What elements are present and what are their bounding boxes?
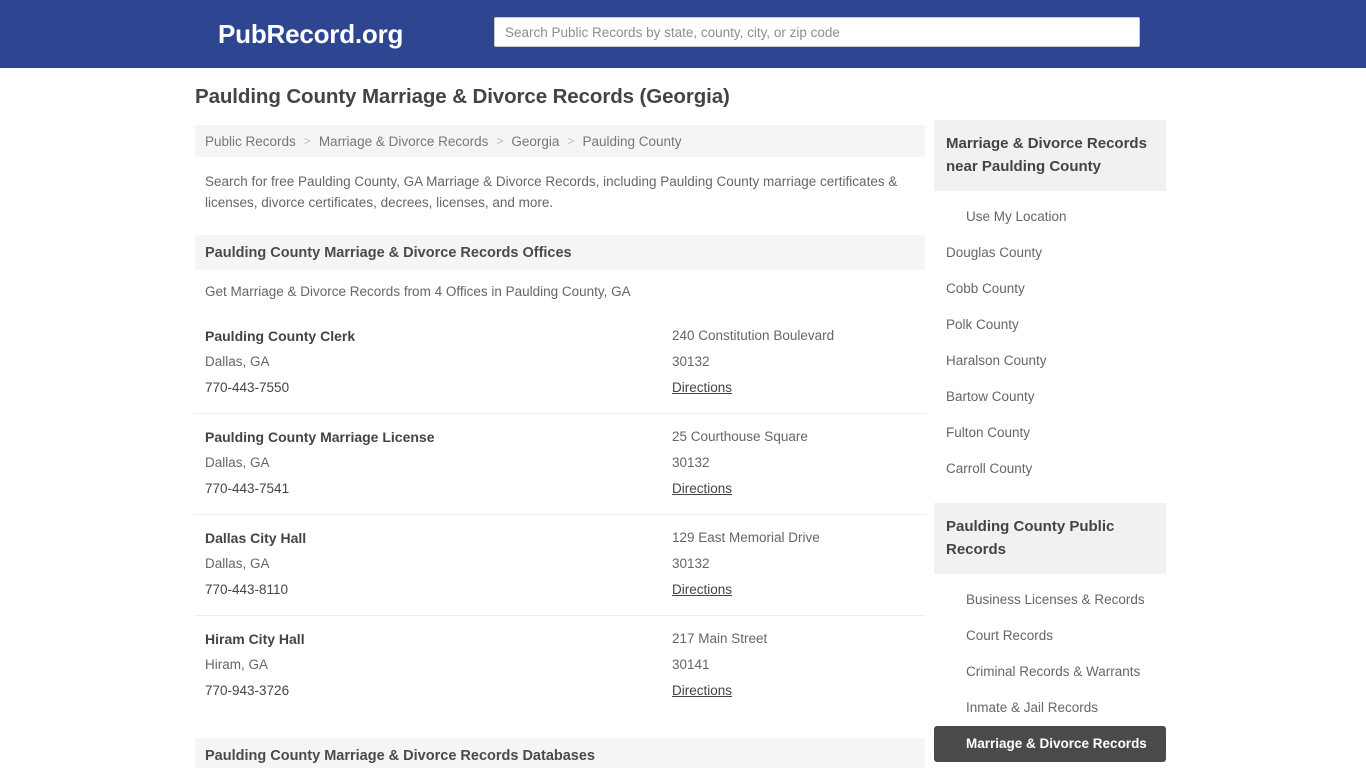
office-phone[interactable]: 770-943-3726 bbox=[205, 678, 675, 704]
sidebar-item-inmate-jail-records[interactable]: Inmate & Jail Records bbox=[934, 690, 1166, 726]
office-name: Hiram City Hall bbox=[205, 631, 305, 647]
page-title: Paulding County Marriage & Divorce Recor… bbox=[195, 85, 730, 108]
office-zip: 30132 bbox=[672, 556, 710, 571]
office-info: Dallas City Hall Dallas, GA 770-443-8110 bbox=[205, 525, 675, 603]
office-address: 129 East Memorial Drive 30132 Directions bbox=[672, 525, 922, 603]
nearby-records-list: Use My Location Douglas County Cobb Coun… bbox=[934, 191, 1166, 487]
office-address: 25 Courthouse Square 30132 Directions bbox=[672, 424, 922, 502]
office-city: Dallas, GA bbox=[205, 455, 270, 470]
public-records-panel: Paulding County Public Records Business … bbox=[934, 503, 1166, 762]
office-zip: 30132 bbox=[672, 455, 710, 470]
sidebar-item-use-my-location[interactable]: Use My Location bbox=[934, 199, 1166, 235]
office-phone[interactable]: 770-443-7550 bbox=[205, 375, 675, 401]
breadcrumb-item-marriage-divorce-records[interactable]: Marriage & Divorce Records bbox=[319, 134, 489, 149]
databases-section-heading: Paulding County Marriage & Divorce Recor… bbox=[195, 738, 925, 768]
table-row: Paulding County Clerk Dallas, GA 770-443… bbox=[195, 313, 925, 413]
sidebar: Marriage & Divorce Records near Paulding… bbox=[934, 120, 1166, 768]
office-address: 240 Constitution Boulevard 30132 Directi… bbox=[672, 323, 922, 401]
breadcrumb-item-paulding-county[interactable]: Paulding County bbox=[582, 134, 681, 149]
office-name: Dallas City Hall bbox=[205, 530, 307, 546]
breadcrumb-separator-icon: > bbox=[496, 134, 504, 148]
sidebar-item-court-records[interactable]: Court Records bbox=[934, 618, 1166, 654]
public-records-list: Business Licenses & Records Court Record… bbox=[934, 574, 1166, 762]
office-street: 25 Courthouse Square bbox=[672, 429, 808, 444]
sidebar-item-criminal-records-warrants[interactable]: Criminal Records & Warrants bbox=[934, 654, 1166, 690]
sidebar-item-bartow-county[interactable]: Bartow County bbox=[934, 379, 1166, 415]
sidebar-item-haralson-county[interactable]: Haralson County bbox=[934, 343, 1166, 379]
intro-paragraph: Search for free Paulding County, GA Marr… bbox=[205, 174, 898, 210]
breadcrumb-item-public-records[interactable]: Public Records bbox=[205, 134, 296, 149]
offices-section-heading: Paulding County Marriage & Divorce Recor… bbox=[195, 235, 925, 270]
page-body: Paulding County Marriage & Divorce Recor… bbox=[0, 68, 1366, 768]
office-name: Paulding County Marriage License bbox=[205, 429, 435, 445]
office-address: 217 Main Street 30141 Directions bbox=[672, 626, 922, 704]
public-records-heading: Paulding County Public Records bbox=[934, 503, 1166, 574]
sidebar-item-marriage-divorce-records[interactable]: Marriage & Divorce Records bbox=[934, 726, 1166, 762]
table-row: Paulding County Marriage License Dallas,… bbox=[195, 413, 925, 514]
offices-list: Paulding County Clerk Dallas, GA 770-443… bbox=[195, 313, 925, 716]
office-info: Paulding County Marriage License Dallas,… bbox=[205, 424, 675, 502]
sidebar-item-carroll-county[interactable]: Carroll County bbox=[934, 451, 1166, 487]
office-zip: 30132 bbox=[672, 354, 710, 369]
office-street: 129 East Memorial Drive bbox=[672, 530, 820, 545]
table-row: Dallas City Hall Dallas, GA 770-443-8110… bbox=[195, 514, 925, 615]
office-city: Dallas, GA bbox=[205, 354, 270, 369]
site-header: PubRecord.org bbox=[0, 0, 1366, 68]
search-input[interactable] bbox=[494, 17, 1140, 47]
sidebar-item-cobb-county[interactable]: Cobb County bbox=[934, 271, 1166, 307]
directions-link[interactable]: Directions bbox=[672, 678, 732, 704]
office-name: Paulding County Clerk bbox=[205, 328, 356, 344]
directions-link[interactable]: Directions bbox=[672, 476, 732, 502]
office-city: Dallas, GA bbox=[205, 556, 270, 571]
search-bar bbox=[494, 17, 1140, 47]
sidebar-item-business-licenses-records[interactable]: Business Licenses & Records bbox=[934, 582, 1166, 618]
office-city: Hiram, GA bbox=[205, 657, 269, 672]
breadcrumb-item-georgia[interactable]: Georgia bbox=[511, 134, 559, 149]
office-street: 240 Constitution Boulevard bbox=[672, 328, 835, 343]
sidebar-item-polk-county[interactable]: Polk County bbox=[934, 307, 1166, 343]
breadcrumb: Public Records > Marriage & Divorce Reco… bbox=[195, 125, 925, 157]
site-logo[interactable]: PubRecord.org bbox=[218, 18, 403, 50]
office-info: Hiram City Hall Hiram, GA 770-943-3726 bbox=[205, 626, 675, 704]
main-content: Paulding County Marriage & Divorce Recor… bbox=[195, 84, 925, 768]
office-zip: 30141 bbox=[672, 657, 710, 672]
directions-link[interactable]: Directions bbox=[672, 577, 732, 603]
office-phone[interactable]: 770-443-8110 bbox=[205, 577, 675, 603]
office-street: 217 Main Street bbox=[672, 631, 768, 646]
nearby-records-panel: Marriage & Divorce Records near Paulding… bbox=[934, 120, 1166, 487]
directions-link[interactable]: Directions bbox=[672, 375, 732, 401]
sidebar-item-fulton-county[interactable]: Fulton County bbox=[934, 415, 1166, 451]
nearby-records-heading: Marriage & Divorce Records near Paulding… bbox=[934, 120, 1166, 191]
table-row: Hiram City Hall Hiram, GA 770-943-3726 2… bbox=[195, 615, 925, 716]
breadcrumb-separator-icon: > bbox=[567, 134, 575, 148]
office-phone[interactable]: 770-443-7541 bbox=[205, 476, 675, 502]
offices-section-subheading: Get Marriage & Divorce Records from 4 Of… bbox=[205, 284, 631, 299]
breadcrumb-separator-icon: > bbox=[303, 134, 311, 148]
office-info: Paulding County Clerk Dallas, GA 770-443… bbox=[205, 323, 675, 401]
sidebar-item-douglas-county[interactable]: Douglas County bbox=[934, 235, 1166, 271]
